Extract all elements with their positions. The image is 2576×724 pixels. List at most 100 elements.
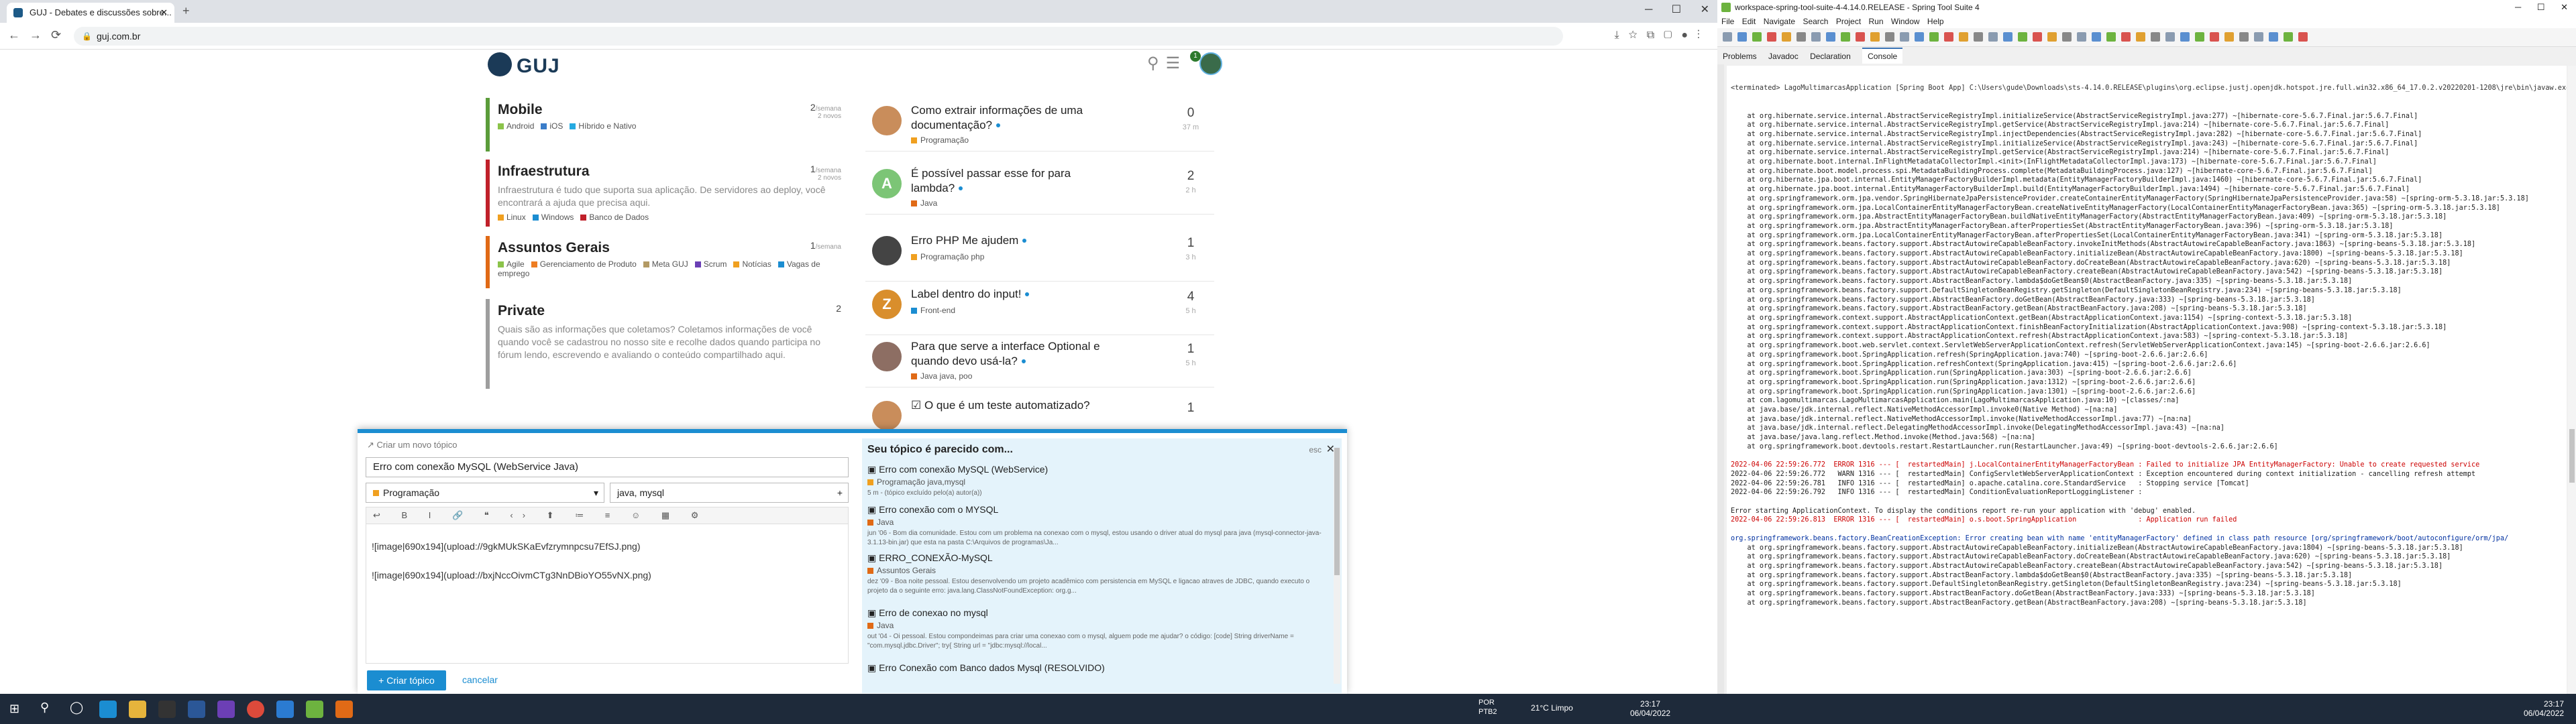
toolbar-button-icon[interactable] (1944, 32, 1953, 42)
weather-widget[interactable]: 21°C Limpo (1531, 703, 1573, 713)
toolbar-button-icon[interactable] (1885, 32, 1894, 42)
toolbar-button-icon[interactable] (2180, 32, 2190, 42)
toolbar-button-icon[interactable] (1900, 32, 1909, 42)
toolbar-button-icon[interactable] (2121, 32, 2131, 42)
menu-item-help[interactable]: Help (1927, 17, 1944, 26)
similar-topic[interactable]: ▣ Erro conexão com o MYSQL Java jun '06 - … (867, 504, 1324, 548)
create-topic-button[interactable]: + Criar tópico (367, 670, 446, 690)
topic-avatar[interactable] (872, 236, 902, 265)
similar-topic[interactable]: ▣ ERRO_CONEXÃO-MySQL Assuntos Gerais dez '… (867, 552, 1324, 596)
toolbar-button-icon[interactable] (2254, 32, 2263, 42)
category-title[interactable]: Assuntos Gerais (498, 240, 835, 256)
browser-toolbar-icons[interactable]: ⤓☆⧉▢●⋮ (1615, 29, 1709, 42)
toolbar-button-icon[interactable] (1915, 32, 1924, 42)
console-output[interactable]: <terminated> LagoMultimarcasApplication … (1727, 66, 2567, 694)
category-select[interactable]: Programação ▾ (366, 483, 604, 503)
category-title[interactable]: Infraestrutura (498, 164, 835, 180)
file-explorer-icon[interactable] (129, 701, 146, 718)
cancel-button[interactable]: cancelar (462, 674, 498, 685)
task-view-icon[interactable]: ◯ (70, 701, 83, 715)
topic-avatar[interactable]: Z (872, 290, 902, 319)
topic-row[interactable]: A É possível passar esse for para lambda?… (865, 161, 1214, 215)
toolbar-button-icon[interactable] (2106, 32, 2116, 42)
url-input[interactable]: 🔒 guj.com.br (74, 27, 1563, 46)
topic-category[interactable]: Java java, poo (911, 371, 972, 381)
new-tab-icon[interactable]: + (182, 4, 190, 18)
similar-scrollbar-thumb[interactable] (1334, 448, 1340, 575)
edge-icon[interactable] (99, 701, 117, 718)
menu-item-run[interactable]: Run (1869, 17, 1884, 26)
category-tag[interactable]: Windows (533, 213, 574, 222)
topic-title-input[interactable]: Erro com conexão MySQL (WebService Java) (366, 457, 849, 477)
toolbar-button-icon[interactable] (2298, 32, 2308, 42)
menu-item-window[interactable]: Window (1891, 17, 1920, 26)
menu-item-navigate[interactable]: Navigate (1764, 17, 1795, 26)
toolbar-button-icon[interactable] (1826, 32, 1835, 42)
toolbar-button-icon[interactable] (2195, 32, 2204, 42)
eclipse-window-controls[interactable]: ─ ☐ ✕ (2515, 0, 2568, 15)
category-card[interactable]: Infraestrutura 1/semana 2 novos Infraestrut… (486, 160, 841, 227)
close-tab-icon[interactable]: ✕ (160, 3, 168, 23)
toolbar-button-icon[interactable] (1811, 32, 1821, 42)
toolbar-button-icon[interactable] (2077, 32, 2086, 42)
category-tag[interactable]: Gerenciamento de Produto (531, 259, 637, 269)
topic-row[interactable]: Como extrair informações de uma document… (865, 98, 1214, 152)
category-tag[interactable]: Banco de Dados (580, 213, 649, 222)
nav-buttons-icon[interactable]: ←→⟳ (8, 28, 70, 42)
store-icon[interactable] (158, 701, 176, 718)
toolbar-button-icon[interactable] (2224, 32, 2234, 42)
browser-tab[interactable]: GUJ - Debates e discussões sobre... ✕ (7, 3, 174, 23)
toolbar-button-icon[interactable] (1929, 32, 1939, 42)
user-avatar[interactable] (1199, 52, 1222, 75)
topic-row[interactable]: Z Label dentro do input! Front-end 4 5 h (865, 282, 1214, 335)
tab-declaration[interactable]: Declaration (1810, 52, 1851, 61)
mail-icon[interactable] (188, 701, 205, 718)
tags-input[interactable]: java, mysql + (610, 483, 849, 503)
topic-title[interactable]: Label dentro do input! (911, 287, 1112, 302)
toolbar-button-icon[interactable] (1752, 32, 1762, 42)
category-tag[interactable]: Android (498, 121, 534, 131)
category-tag[interactable]: Notícias (733, 259, 771, 269)
toolbar-button-icon[interactable] (1723, 32, 1732, 42)
topic-title[interactable]: Para que serve a interface Optional e qu… (911, 339, 1112, 369)
chrome-icon[interactable] (247, 701, 264, 718)
similar-topic[interactable]: ▣ Erro Conexão com Banco dados Mysql (RE… (867, 662, 1324, 674)
window-controls[interactable]: ─ ☐ ✕ (1645, 3, 1709, 16)
toolbar-button-icon[interactable] (2136, 32, 2145, 42)
topic-category[interactable]: Java (911, 198, 937, 208)
topic-avatar[interactable]: A (872, 169, 902, 198)
toolbar-button-icon[interactable] (1782, 32, 1791, 42)
toolbar-button-icon[interactable] (2092, 32, 2101, 42)
similar-topic[interactable]: ▣ Erro com conexão MySQL (WebService) Pro… (867, 464, 1324, 498)
toolbar-button-icon[interactable] (2165, 32, 2175, 42)
word-icon[interactable] (276, 701, 294, 718)
topic-avatar[interactable] (872, 401, 902, 430)
console-scrollbar[interactable] (2568, 66, 2576, 694)
category-tag[interactable]: Scrum (695, 259, 727, 269)
category-tag[interactable]: Linux (498, 213, 526, 222)
similar-topic-title[interactable]: ▣ Erro com conexão MySQL (WebService) (867, 464, 1324, 475)
toolbar-button-icon[interactable] (2151, 32, 2160, 42)
toolbar-button-icon[interactable] (2003, 32, 2012, 42)
clock[interactable]: 23:17 06/04/2022 (1630, 699, 1670, 718)
topic-category[interactable]: Programação (911, 135, 969, 145)
toolbar-button-icon[interactable] (1870, 32, 1880, 42)
toolbar-button-icon[interactable] (2284, 32, 2293, 42)
toolbar-button-icon[interactable] (2033, 32, 2042, 42)
search-icon[interactable]: ⚲ (40, 701, 49, 715)
topic-category[interactable]: Programação php (911, 252, 984, 261)
toolbar-button-icon[interactable] (1988, 32, 1998, 42)
tab-console[interactable]: Console (1862, 48, 1903, 64)
menu-item-project[interactable]: Project (1836, 17, 1861, 26)
category-title[interactable]: Private (498, 303, 835, 319)
menu-item-search[interactable]: Search (1803, 17, 1828, 26)
eclipse-side-clock[interactable]: 23:17 06/04/2022 (2524, 699, 2564, 718)
menu-item-edit[interactable]: Edit (1742, 17, 1756, 26)
toolbar-button-icon[interactable] (1841, 32, 1850, 42)
toolbar-button-icon[interactable] (1974, 32, 1983, 42)
similar-topic-title[interactable]: ▣ ERRO_CONEXÃO-MySQL (867, 552, 1324, 564)
category-card[interactable]: Private 2 Quais são as informações que col… (486, 299, 841, 389)
similar-topic-title[interactable]: ▣ Erro conexão com o MYSQL (867, 504, 1324, 516)
header-search-menu-icons[interactable]: ⚲☰ (1147, 54, 1187, 73)
windows-start-icon[interactable]: ⊞ (9, 702, 19, 716)
